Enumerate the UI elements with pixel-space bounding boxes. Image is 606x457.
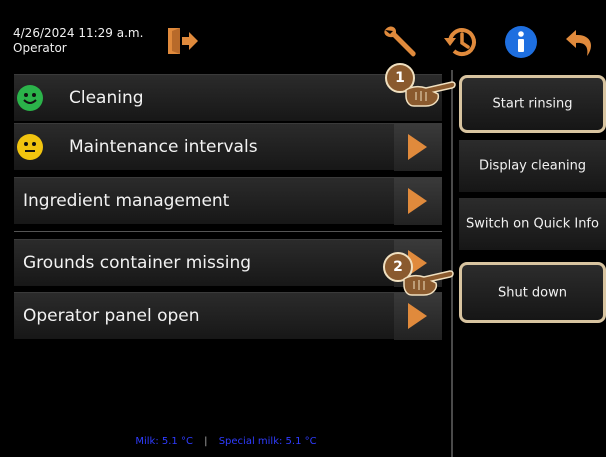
special-milk-temperature: Special milk: 5.1 °C — [218, 436, 317, 447]
shut-down-button[interactable]: Shut down — [459, 262, 606, 323]
wrench-icon[interactable] — [381, 24, 421, 64]
list-item-ingredient-management[interactable]: Ingredient management — [14, 177, 442, 225]
panel-divider — [451, 70, 453, 457]
hand-pointer-icon — [402, 269, 456, 305]
status-warning-icon — [17, 134, 43, 160]
list-item-label: Ingredient management — [23, 191, 230, 211]
display-cleaning-button[interactable]: Display cleaning — [459, 140, 606, 192]
separator: | — [204, 436, 208, 447]
list-item-label: Grounds container missing — [23, 253, 252, 273]
list-item-maintenance-intervals[interactable]: Maintenance intervals — [14, 123, 442, 171]
temperature-status-bar: Milk: 5.1 °C | Special milk: 5.1 °C — [0, 436, 452, 447]
list-item-grounds-container-missing[interactable]: Grounds container missing — [14, 239, 442, 287]
switch-on-quick-info-button[interactable]: Switch on Quick Info — [459, 198, 606, 250]
list-item-operator-panel-open[interactable]: Operator panel open — [14, 292, 442, 340]
logout-icon[interactable] — [166, 26, 200, 60]
info-icon[interactable] — [503, 24, 539, 64]
date-time: 4/26/2024 11:29 a.m. — [13, 26, 144, 40]
chevron-right-icon[interactable] — [394, 178, 442, 225]
hand-pointer-icon — [404, 80, 458, 116]
start-rinsing-button[interactable]: Start rinsing — [459, 75, 606, 133]
list-item-label: Cleaning — [69, 88, 144, 108]
list-item-label: Operator panel open — [23, 306, 200, 326]
list-item-cleaning[interactable]: Cleaning — [14, 74, 442, 121]
button-label: Display cleaning — [478, 158, 587, 174]
chevron-right-icon[interactable] — [394, 124, 442, 171]
button-label: Shut down — [497, 285, 568, 300]
date-time-display: 4/26/2024 11:29 a.m. Operator — [13, 26, 143, 56]
history-icon[interactable] — [441, 24, 481, 64]
user-role: Operator — [13, 41, 67, 55]
button-label: Start rinsing — [492, 96, 573, 112]
button-label: Switch on Quick Info — [466, 216, 599, 232]
divider — [14, 231, 442, 232]
back-icon[interactable] — [562, 24, 598, 64]
list-item-label: Maintenance intervals — [69, 137, 258, 157]
status-ok-icon — [17, 85, 43, 111]
milk-temperature: Milk: 5.1 °C — [135, 436, 193, 447]
